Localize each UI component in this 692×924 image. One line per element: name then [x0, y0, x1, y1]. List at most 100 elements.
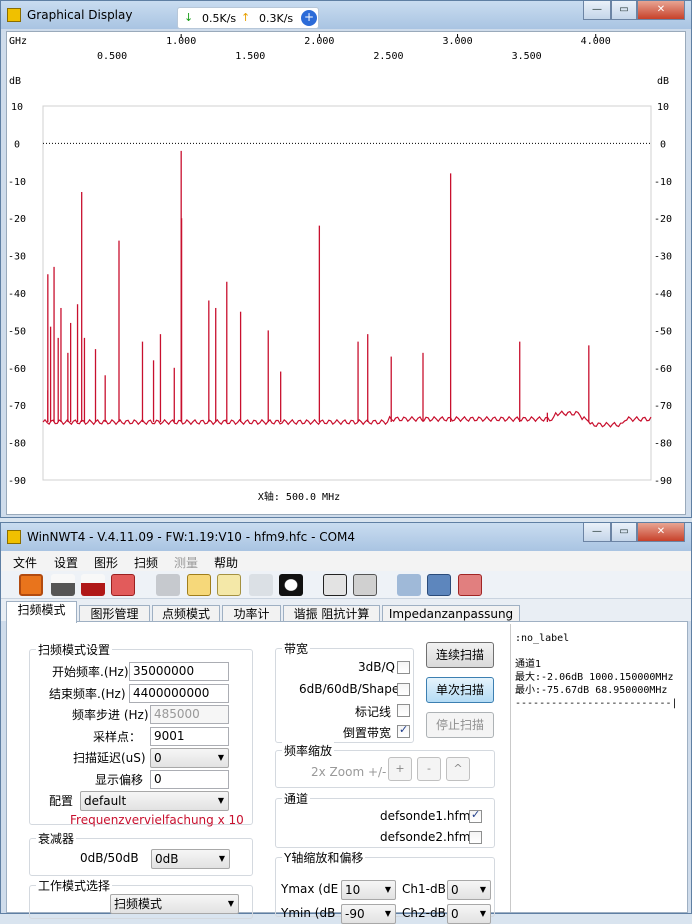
menu-settings[interactable]: 设置 [54, 554, 78, 571]
maximize-button-2[interactable]: ▭ [611, 523, 637, 542]
opt-3db-checkbox[interactable] [397, 661, 410, 674]
ch2-db-select[interactable]: 0 ▼ [447, 904, 491, 924]
title-bar: Graphical Display ↓ 0.5K/s ↑ 0.3K/s + — … [1, 1, 691, 29]
marker-line-label: 标记线 [355, 705, 392, 719]
y-scale-group: Y轴缩放和偏移 Ymax (dE 10 ▼ Ch1-dB 0 ▼ Ymin (dB … [275, 849, 495, 924]
y-tick-right: -80 [654, 439, 672, 450]
stop-sweep-button[interactable]: 停止扫描 [426, 712, 494, 738]
y-tick-left: -20 [8, 214, 26, 225]
delay-label: 扫描延迟(uS) [73, 751, 146, 765]
printer-red-icon[interactable] [81, 574, 105, 596]
add-icon[interactable]: + [301, 10, 317, 26]
opt-6db-label: 6dB/60dB/Shape [299, 682, 400, 696]
output-log: :no_label 通道1 最大:-2.06dB 1000.150000MHz … [510, 624, 688, 912]
offset-input[interactable]: 0 [150, 770, 229, 789]
network-speed-widget: ↓ 0.5K/s ↑ 0.3K/s + [177, 7, 319, 29]
config-select[interactable]: default ▼ [80, 791, 229, 811]
ymax-label: Ymax (dE [281, 882, 339, 896]
close-button[interactable]: ✕ [637, 1, 685, 20]
y-tick-right: -50 [654, 326, 672, 337]
menu-file[interactable]: 文件 [13, 554, 37, 571]
spectrum-baseline [42, 410, 652, 428]
channel2-checkbox[interactable] [469, 831, 482, 844]
attenuator-group: 衰减器 0dB/50dB 0dB ▼ [29, 830, 253, 876]
menu-graph[interactable]: 图形 [94, 554, 118, 571]
spectrum-chart: GHz 1.000 2.000 3.000 4.0000.500 1.500 2.500 3.… [8, 34, 672, 503]
penguin-icon[interactable] [279, 574, 303, 596]
menu-sweep[interactable]: 扫频 [134, 554, 158, 571]
y-tick-right: -90 [654, 476, 672, 487]
export-image-icon[interactable] [111, 574, 135, 596]
y-tick-left: -90 [8, 476, 26, 487]
log-line: 通道1 [515, 659, 542, 670]
end-freq-input[interactable]: 4400000000 [129, 684, 229, 703]
zoom-out-button[interactable]: - [417, 757, 441, 781]
window-title: Graphical Display [27, 8, 133, 22]
upload-speed: 0.3K/s [259, 12, 294, 25]
log-line: 最大:-2.06dB 1000.150000MHz [515, 672, 674, 683]
y-scale-title: Y轴缩放和偏移 [282, 849, 366, 866]
y-tick-right: -70 [654, 401, 672, 412]
ch1-db-label: Ch1-dB [402, 882, 446, 896]
attenuator-title: 衰减器 [36, 830, 77, 847]
offset-label: 显示偏移 [95, 773, 144, 787]
table-icon[interactable] [217, 574, 241, 596]
probe-icon[interactable] [249, 574, 273, 596]
marker-line-checkbox[interactable] [397, 704, 410, 717]
maximize-button[interactable]: ▭ [611, 1, 637, 20]
ghz-half-tick-label: 0.500 [97, 51, 127, 62]
attenuator-select[interactable]: 0dB ▼ [151, 849, 230, 869]
start-freq-input[interactable]: 35000000 [129, 662, 229, 681]
delay-select[interactable]: 0 ▼ [150, 748, 229, 768]
app-icon [7, 8, 21, 22]
end-freq-label: 结束频率.(Hz) [49, 687, 126, 701]
zoom-in-button[interactable]: + [388, 757, 412, 781]
y-tick-right: 10 [657, 102, 669, 113]
graph-window-icon[interactable] [187, 574, 211, 596]
minimize-button[interactable]: — [583, 1, 611, 20]
window-title-2: WinNWT4 - V.4.11.09 - FW:1.19:V10 - hfm9… [27, 530, 356, 544]
y-unit-right: dB [657, 76, 669, 87]
work-mode-select[interactable]: 扫频模式 ▼ [110, 894, 239, 914]
channel1-checkbox[interactable] [469, 808, 482, 823]
close-button-2[interactable]: ✕ [637, 523, 685, 542]
ymax-select[interactable]: 10 ▼ [341, 880, 396, 900]
y-tick-left: 10 [11, 102, 23, 113]
y-tick-right: -20 [654, 214, 672, 225]
calibrate-x1-icon[interactable] [323, 574, 347, 596]
y-tick-left: -40 [8, 289, 26, 300]
inverted-bw-checkbox[interactable] [397, 723, 410, 738]
chevron-down-icon: ▼ [384, 909, 391, 918]
points-input[interactable]: 9001 [150, 727, 229, 746]
menu-measure[interactable]: 测量 [174, 554, 198, 571]
power-icon[interactable] [19, 574, 43, 596]
x-axis-label: X轴: 500.0 MHz [258, 490, 340, 503]
ymin-select[interactable]: -90 ▼ [341, 904, 396, 924]
tab-sweep-mode[interactable]: 扫频模式 [6, 601, 77, 623]
freq-zoom-group: 频率缩放 2x Zoom +/- + - ^ [275, 742, 495, 788]
channel-group: 通道 defsonde1.hfm defsonde2.hfm [275, 790, 495, 848]
y-tick-left: 0 [14, 139, 20, 150]
zoom-reset-button[interactable]: ^ [446, 757, 470, 781]
ymin-value: -90 [345, 907, 365, 921]
work-mode-value: 扫频模式 [114, 897, 163, 911]
single-sweep-button[interactable]: 单次扫描 [426, 677, 494, 703]
open-folder-icon[interactable] [397, 574, 421, 596]
log-line: :no_label [515, 633, 570, 644]
calibrate-icon[interactable] [353, 574, 377, 596]
bandwidth-title: 带宽 [282, 640, 311, 657]
ch1-db-select[interactable]: 0 ▼ [447, 880, 491, 900]
log-line: --------------------------| [515, 698, 678, 709]
menu-help[interactable]: 帮助 [214, 554, 238, 571]
ch2-db-value: 0 [451, 907, 459, 921]
continuous-sweep-button[interactable]: 连续扫描 [426, 642, 494, 668]
save-icon[interactable] [427, 574, 451, 596]
printer-icon[interactable] [51, 574, 75, 596]
channel2-label: defsonde2.hfm [380, 830, 471, 844]
delete-icon[interactable] [458, 574, 482, 596]
minimize-button-2[interactable]: — [583, 523, 611, 542]
y-tick-left: -50 [8, 326, 26, 337]
tools-icon[interactable] [156, 574, 180, 596]
opt-6db-checkbox[interactable] [397, 683, 410, 696]
